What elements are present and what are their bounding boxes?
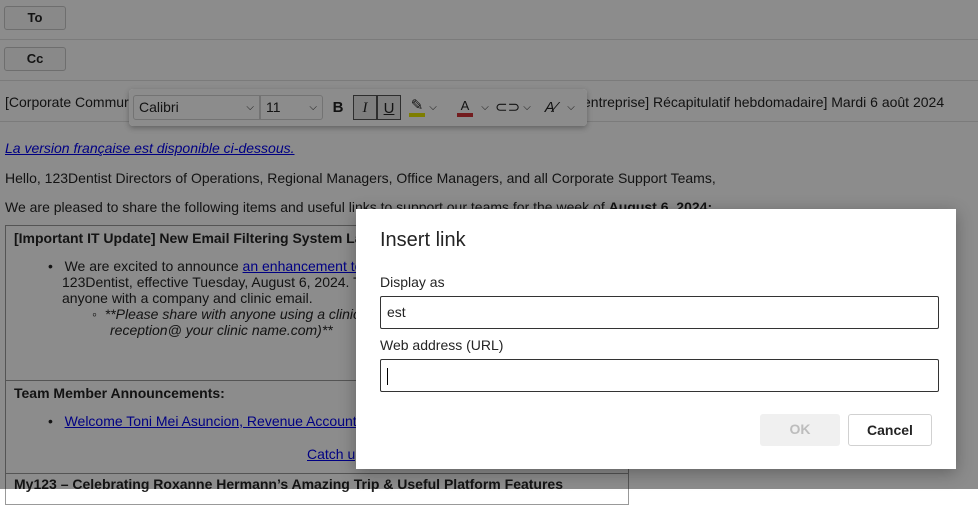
text-cursor [387,367,388,385]
url-input[interactable] [380,359,939,392]
url-label: Web address (URL) [380,337,504,353]
dialog-title: Insert link [380,229,466,251]
ok-button[interactable]: OK [760,414,840,446]
toolbar-overlay [129,89,587,126]
insert-link-dialog: Insert link Display as est Web address (… [356,209,956,469]
display-as-label: Display as [380,274,445,290]
format-toolbar: Calibri ⌵ 11 ⌵ B I U ✎ ⌵ A ⌵ ⊂⊃ ⌵ A⁄ ⌵ [129,89,587,126]
cancel-button[interactable]: Cancel [848,414,932,446]
display-as-input[interactable]: est [380,296,939,329]
